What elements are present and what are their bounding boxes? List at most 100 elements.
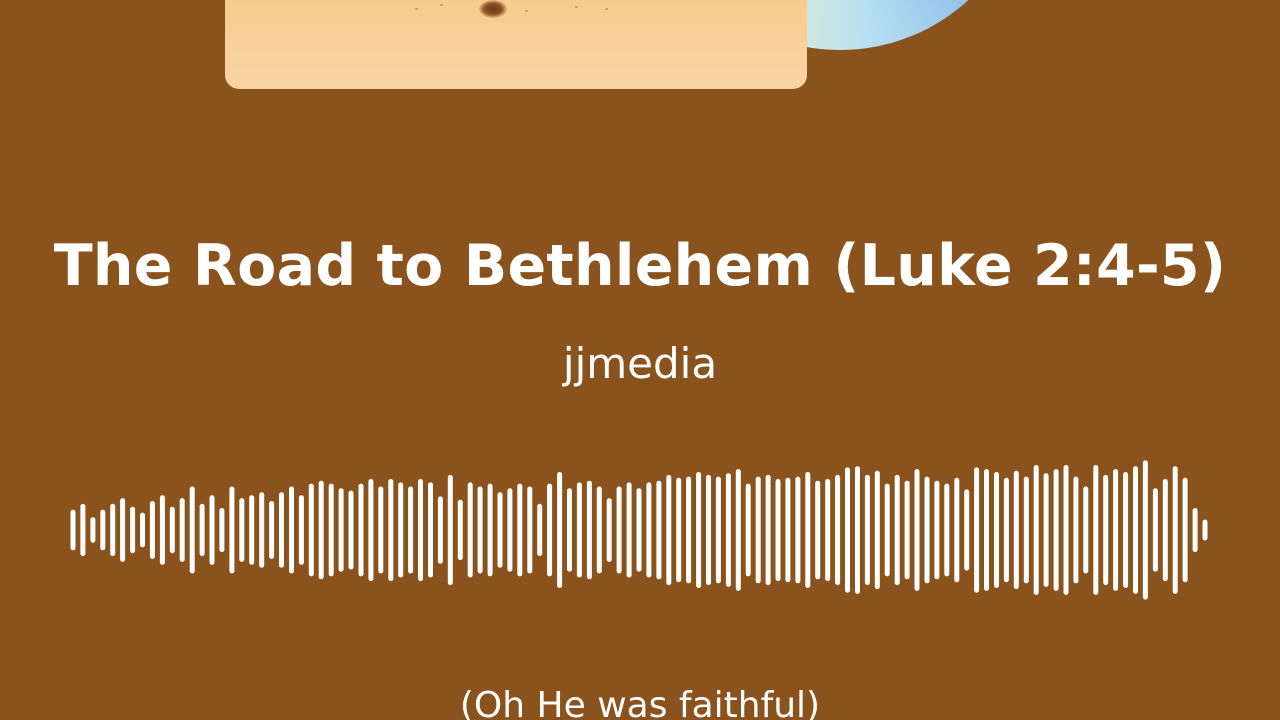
waveform-bar [507,488,513,572]
waveform-bar [239,498,245,562]
waveform-bar [418,479,423,582]
waveform-bar [735,469,741,591]
waveform-bar [120,498,126,562]
waveform-bar [706,474,711,586]
waveform-bar [1113,469,1119,591]
waveform-bar [835,474,841,586]
waveform-bar [1152,488,1158,572]
waveform-bar [517,483,523,577]
waveform-bar [606,498,612,562]
waveform-bar [80,503,86,557]
waveform-bar [249,495,255,565]
waveform-bar [1172,466,1178,594]
waveform-bar [527,486,533,574]
waveform-bar [318,480,324,580]
waveform-bar [924,476,930,584]
cover-speck [605,8,608,10]
waveform-bar [1003,477,1009,583]
waveform-bar [1033,465,1039,595]
waveform-bar [845,467,850,593]
waveform-bar [904,480,910,580]
lyric-line: (Oh He was faithful) [459,685,821,720]
waveform-bar [567,488,572,572]
waveform-bar [954,477,960,583]
waveform-bar [1192,508,1198,553]
waveform-bar [805,472,811,588]
audio-waveform [70,460,1208,600]
waveform-bar [259,492,265,568]
waveform-bar [537,503,543,557]
waveform-bar [447,474,453,586]
waveform-bar [894,474,900,586]
waveform-bar [586,480,592,580]
waveform-bar [298,495,304,565]
waveform-bar [1103,474,1109,586]
waveform-bar [279,492,284,568]
waveform-bar [140,512,145,548]
waveform-bar [428,482,433,578]
waveform-bar [864,474,870,586]
waveform-bar [388,479,394,582]
waveform-bar [715,476,721,584]
waveform-bar [576,482,582,578]
waveform-bar [100,509,106,551]
waveform-bar [775,479,781,582]
waveform-bar [1123,472,1129,588]
waveform-bar [229,486,235,574]
waveform-bar [348,490,354,570]
waveform-bar [934,480,940,580]
waveform-bar [616,486,622,574]
waveform-bar [110,503,116,557]
waveform-bar [557,472,563,588]
waveform-bar [497,492,503,568]
waveform-bar [1202,519,1208,541]
track-artist: jjmedia [562,339,718,388]
waveform-bar [725,473,731,587]
waveform-bar [785,477,791,583]
waveform-bar [666,474,672,586]
waveform-bar [179,498,185,562]
waveform-bar [70,509,76,551]
waveform-bar [696,472,702,588]
waveform-bar [1043,473,1049,587]
waveform-bar [169,506,175,554]
waveform-bar [269,501,275,559]
waveform-bar [487,483,493,577]
waveform-bar [1063,465,1069,595]
waveform-bar [437,496,443,564]
cover-speck [575,6,578,8]
waveform-bar [467,482,473,578]
track-title: The Road to Bethlehem (Luke 2:4-5) [53,233,1227,299]
waveform-bar [626,482,632,578]
album-art-area [0,0,1280,100]
waveform-bar [974,467,980,593]
waveform-bar [1023,476,1029,584]
waveform-bar [149,501,155,559]
waveform-bar [825,479,831,582]
cover-art [225,0,807,89]
waveform-bar [636,488,642,572]
waveform-bar [1093,465,1099,595]
waveform-bar [656,480,662,580]
waveform-bar [209,495,215,565]
waveform-bar [676,477,682,583]
waveform-bar [646,482,652,578]
waveform-bar [457,499,463,561]
waveform-bar [755,476,761,584]
cover-figure [479,0,507,18]
waveform-bar [90,517,96,543]
waveform-bar [358,483,364,577]
waveform-bar [1073,476,1079,584]
waveform-bar [130,506,136,554]
waveform-bar [408,486,414,574]
waveform-bar [795,476,801,584]
cover-speck [525,10,528,12]
waveform-bar [884,483,890,577]
waveform-bar [874,470,880,590]
waveform-bar [398,482,404,578]
waveform-bar [328,483,334,577]
waveform-bar [189,486,195,574]
waveform-bar [547,483,553,577]
waveform-bar [477,486,483,574]
waveform-bar [1053,469,1059,591]
